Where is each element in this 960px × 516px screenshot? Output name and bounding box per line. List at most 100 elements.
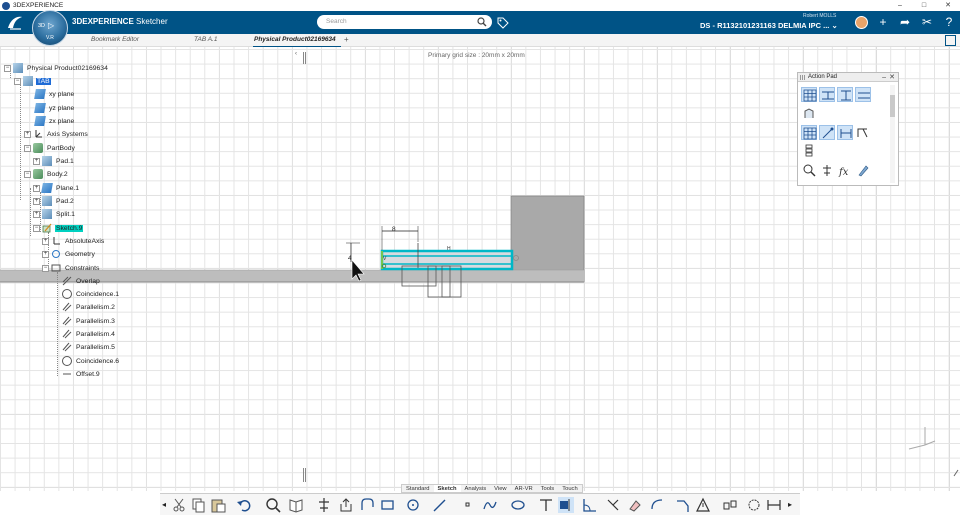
- tree-item-pad2[interactable]: + Pad.2: [33, 195, 75, 207]
- tree-item-constraints[interactable]: − Constraints: [42, 262, 100, 274]
- dimensional-constraint-icon[interactable]: [837, 125, 853, 140]
- compass-widget[interactable]: 3D ▷ V.R: [32, 10, 68, 46]
- rectangle-icon[interactable]: [380, 497, 396, 513]
- toolbar-right-arrow-icon[interactable]: ▸: [788, 497, 804, 513]
- ds-logo-icon[interactable]: [6, 14, 24, 31]
- new-tab-button[interactable]: +: [344, 35, 349, 44]
- tools-icon[interactable]: ✂: [920, 15, 934, 29]
- chamfer-icon[interactable]: [675, 497, 691, 513]
- tab-physical-product[interactable]: Physical Product02169634: [254, 36, 336, 43]
- spline-icon[interactable]: [482, 497, 498, 513]
- stack-icon[interactable]: [801, 143, 817, 158]
- tree-item-xy-plane[interactable]: xy plane: [34, 88, 75, 100]
- action-pad-scrollbar[interactable]: [890, 85, 895, 183]
- section-tab-standard[interactable]: Standard: [402, 485, 434, 492]
- tree-item-yz-plane[interactable]: yz plane: [34, 102, 75, 114]
- expand-icon[interactable]: +: [24, 130, 31, 138]
- panel-splitter-top[interactable]: [303, 52, 306, 64]
- tree-item-parallelism3[interactable]: Parallelism.3: [62, 315, 116, 327]
- section-tab-touch[interactable]: Touch: [558, 485, 581, 492]
- collapse-icon[interactable]: −: [24, 170, 31, 178]
- tree-item-body2[interactable]: − Body.2: [24, 168, 69, 180]
- tree-item-coincidence1[interactable]: Coincidence.1: [62, 288, 120, 300]
- profile-icon[interactable]: [360, 497, 376, 513]
- view-book-icon[interactable]: [288, 497, 304, 513]
- tree-item-partbody[interactable]: − PartBody: [24, 142, 76, 154]
- pencil-icon[interactable]: [855, 163, 871, 178]
- tree-item-coincidence6[interactable]: Coincidence.6: [62, 355, 120, 367]
- expand-icon[interactable]: +: [33, 184, 40, 192]
- collapse-icon[interactable]: −: [33, 224, 40, 232]
- axis-tool-icon[interactable]: [538, 497, 554, 513]
- zoom-fit-icon[interactable]: [265, 497, 281, 513]
- maximize-button[interactable]: □: [912, 0, 936, 11]
- collapse-icon[interactable]: −: [42, 264, 49, 272]
- collab-space-selector[interactable]: DS - R1132101231163 DELMIA IPC ... ⌄: [700, 21, 838, 30]
- collapse-icon[interactable]: −: [24, 144, 31, 152]
- tree-item-split1[interactable]: + Split.1: [33, 208, 76, 220]
- expand-icon[interactable]: +: [42, 250, 49, 258]
- geometric-constraint-icon[interactable]: [855, 87, 871, 102]
- trim-icon[interactable]: [605, 497, 621, 513]
- mirror-icon[interactable]: [722, 497, 738, 513]
- action-pad-titlebar[interactable]: Action Pad – ✕: [798, 73, 898, 82]
- construction-tool-icon[interactable]: [837, 87, 853, 102]
- snap-to-point-icon[interactable]: [819, 125, 835, 140]
- tree-item-pad1[interactable]: + Pad.1: [33, 155, 75, 167]
- tree-item-plane1[interactable]: + Plane.1: [33, 182, 80, 194]
- search-field[interactable]: Search: [317, 15, 492, 29]
- grid-tool-icon[interactable]: [801, 87, 817, 102]
- formula-icon[interactable]: fx: [837, 163, 853, 178]
- expand-icon[interactable]: +: [33, 197, 40, 205]
- close-button[interactable]: ✕: [936, 0, 960, 11]
- copy-icon[interactable]: [190, 497, 206, 513]
- panel-splitter-bottom[interactable]: [303, 468, 306, 482]
- tree-item-offset9[interactable]: Offset.9: [62, 368, 101, 380]
- snap-toggle-icon[interactable]: [558, 497, 574, 513]
- tree-root[interactable]: − Physical Product02169634: [4, 62, 109, 74]
- share-icon[interactable]: ➦: [898, 15, 912, 29]
- eraser-icon[interactable]: [626, 497, 642, 513]
- tab-bookmark-editor[interactable]: Bookmark Editor: [91, 36, 139, 43]
- expand-icon[interactable]: +: [42, 237, 49, 245]
- minimize-button[interactable]: –: [888, 0, 912, 11]
- help-icon[interactable]: ?: [942, 15, 956, 29]
- tree-item-overlap[interactable]: Overlap: [62, 275, 101, 287]
- play-icon[interactable]: ▷: [48, 21, 54, 30]
- export-icon[interactable]: [338, 497, 354, 513]
- tree-item-geometry[interactable]: + Geometry: [42, 248, 96, 260]
- avatar[interactable]: [855, 16, 868, 29]
- corner-icon[interactable]: [582, 497, 598, 513]
- tree-item-sketch9[interactable]: − Sketch.9: [33, 222, 84, 234]
- grid-toggle-icon[interactable]: [801, 125, 817, 140]
- circle-icon[interactable]: [406, 497, 422, 513]
- corner-tool-icon[interactable]: [855, 125, 871, 140]
- tree-item-axis-systems[interactable]: + Axis Systems: [24, 128, 89, 140]
- action-pad-panel[interactable]: Action Pad – ✕ fx: [797, 72, 899, 186]
- point-icon[interactable]: [460, 497, 476, 513]
- search-icon[interactable]: [477, 17, 487, 27]
- cut-icon[interactable]: [171, 497, 187, 513]
- collapse-icon[interactable]: −: [14, 77, 21, 85]
- tag-icon[interactable]: [497, 17, 509, 29]
- arc-icon[interactable]: [650, 497, 666, 513]
- ellipse-icon[interactable]: [510, 497, 526, 513]
- snap-tool-icon[interactable]: [819, 87, 835, 102]
- collapse-tree-icon[interactable]: ‹: [295, 51, 297, 57]
- measure-icon[interactable]: [819, 163, 835, 178]
- section-tab-sketch[interactable]: Sketch: [433, 485, 461, 492]
- section-tab-ar-vr[interactable]: AR-VR: [511, 485, 537, 492]
- fullscreen-icon[interactable]: [945, 35, 956, 46]
- section-tab-tools[interactable]: Tools: [537, 485, 559, 492]
- compass-tool-icon[interactable]: [316, 497, 332, 513]
- paste-icon[interactable]: [210, 497, 226, 513]
- drag-grip-icon[interactable]: [800, 75, 805, 80]
- add-icon[interactable]: +: [876, 15, 890, 29]
- expand-icon[interactable]: +: [33, 157, 40, 165]
- dimension-tool-icon[interactable]: [766, 497, 782, 513]
- tree-item-tab[interactable]: − TAB: [14, 75, 51, 87]
- collapse-icon[interactable]: −: [4, 64, 11, 72]
- tree-item-parallelism2[interactable]: Parallelism.2: [62, 301, 116, 313]
- close-panel-icon[interactable]: ✕: [889, 73, 895, 82]
- minimize-panel-icon[interactable]: –: [882, 73, 886, 82]
